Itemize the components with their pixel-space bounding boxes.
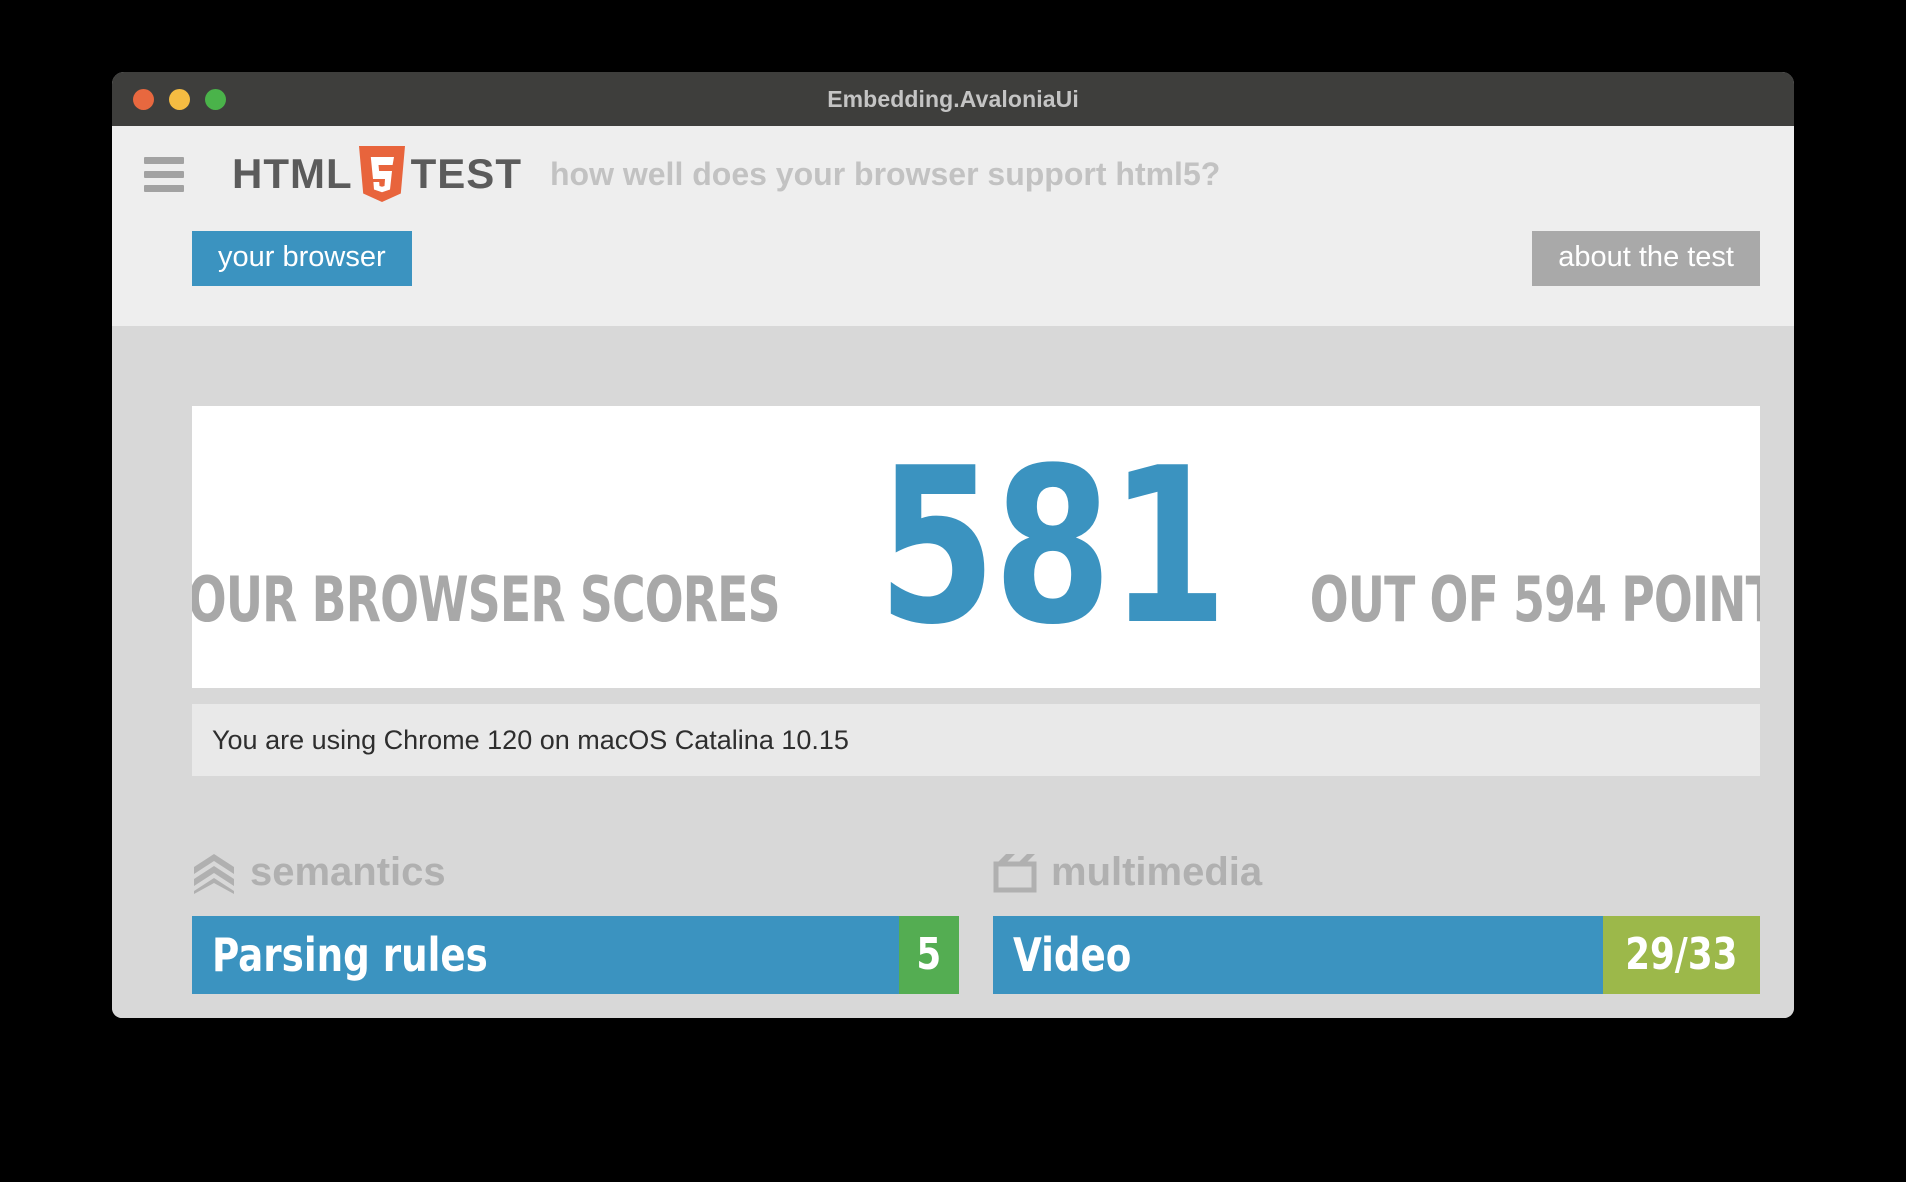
close-window-button[interactable] <box>133 88 154 110</box>
site-header: HTML TEST how well does your browser sup… <box>112 126 1794 326</box>
category-columns: semantics Parsing rules 5 multimedia Vid… <box>192 850 1760 994</box>
logo-prefix: HTML <box>232 150 353 197</box>
zoom-window-button[interactable] <box>205 88 226 110</box>
brand-row: HTML TEST how well does your browser sup… <box>112 126 1794 222</box>
result-score-badge: 29/33 <box>1603 916 1760 994</box>
tab-about-the-test[interactable]: about the test <box>1532 230 1760 286</box>
hamburger-bar <box>144 156 184 164</box>
category-title: semantics <box>250 850 446 894</box>
hamburger-bar <box>144 170 184 178</box>
result-row[interactable]: Video 29/33 <box>993 916 1760 994</box>
tab-your-browser[interactable]: your browser <box>192 230 412 286</box>
category-semantics: semantics Parsing rules 5 <box>192 850 959 994</box>
window-controls <box>133 88 226 110</box>
score-line: YOUR BROWSER SCORES 581 OUT OF 594 POINT… <box>192 420 1760 672</box>
result-name: Parsing rules <box>212 928 488 982</box>
hamburger-bar <box>144 184 184 192</box>
window-title: Embedding.AvaloniaUi <box>827 85 1079 112</box>
score-suffix-label: OUT OF 594 POINTS <box>1309 562 1760 636</box>
html5test-logo[interactable]: HTML TEST <box>232 146 522 202</box>
page-content: YOUR BROWSER SCORES 581 OUT OF 594 POINT… <box>112 406 1794 1018</box>
clapperboard-icon <box>993 850 1037 894</box>
category-header: semantics <box>192 850 959 894</box>
site-tagline: how well does your browser support html5… <box>549 156 1221 192</box>
result-score-badge: 5 <box>899 916 959 994</box>
logo-suffix: TEST <box>410 150 522 197</box>
application-window: Embedding.AvaloniaUi HTML TEST how well … <box>112 72 1794 1018</box>
result-row[interactable]: Parsing rules 5 <box>192 916 959 994</box>
score-value: 581 <box>877 420 1228 672</box>
category-header: multimedia <box>993 850 1760 894</box>
window-titlebar: Embedding.AvaloniaUi <box>112 72 1794 126</box>
chevron-stack-icon <box>192 850 236 894</box>
category-multimedia: multimedia Video 29/33 <box>993 850 1760 994</box>
navigation-bar: your browser about the test <box>112 222 1794 294</box>
result-name: Video <box>1013 928 1132 982</box>
hamburger-menu-icon[interactable] <box>144 156 190 192</box>
minimize-window-button[interactable] <box>169 88 190 110</box>
score-card: YOUR BROWSER SCORES 581 OUT OF 594 POINT… <box>192 406 1760 688</box>
html5-shield-icon <box>358 146 405 202</box>
score-prefix-label: YOUR BROWSER SCORES <box>192 562 781 636</box>
browser-info-bar: You are using Chrome 120 on macOS Catali… <box>192 704 1760 776</box>
category-title: multimedia <box>1051 850 1263 894</box>
